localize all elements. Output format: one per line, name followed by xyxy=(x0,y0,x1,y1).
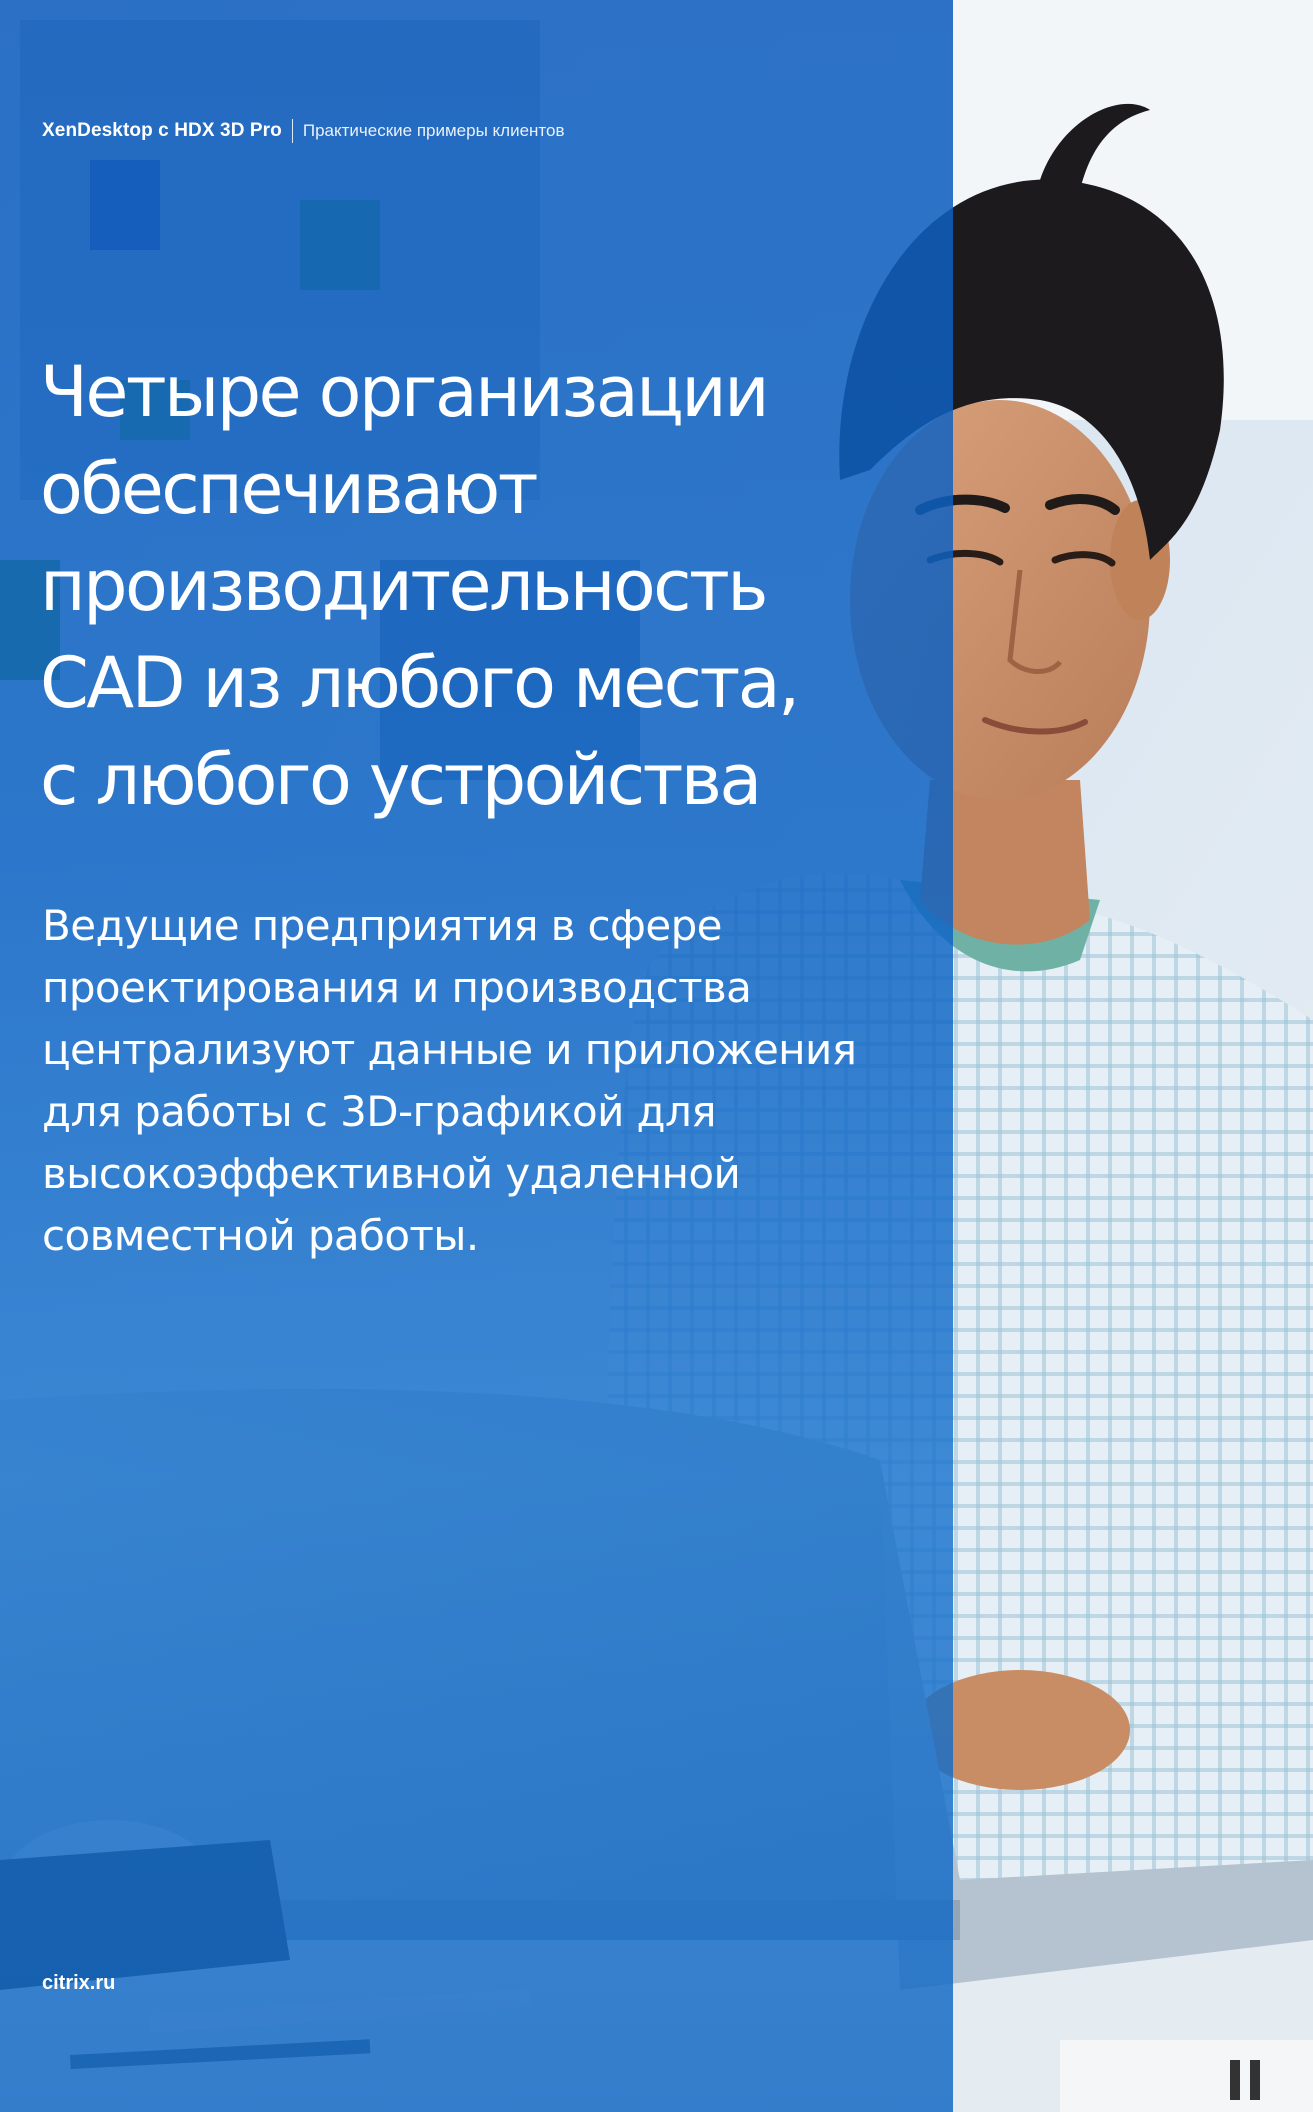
product-name: XenDesktop с HDX 3D Pro xyxy=(42,120,282,141)
title-line: производительность xyxy=(40,545,768,627)
intro-line: для работы с 3D-графикой для xyxy=(42,1087,716,1136)
title-line: CAD из любого места, xyxy=(40,642,800,724)
document-header: XenDesktop с HDX 3D Pro Практические при… xyxy=(42,116,565,146)
intro-paragraph: Ведущие предприятия в сфере проектирован… xyxy=(42,895,942,1267)
title-line: обеспечивают xyxy=(40,448,538,530)
intro-line: проектирования и производства xyxy=(42,963,752,1012)
page-title: Четыре организации обеспечивают производ… xyxy=(40,344,940,829)
title-line: с любого устройства xyxy=(40,739,762,821)
intro-line: высокоэффективной удаленной xyxy=(42,1149,741,1198)
intro-line: централизуют данные и приложения xyxy=(42,1025,857,1074)
website-link[interactable]: citrix.ru xyxy=(42,1972,115,1995)
title-line: Четыре организации xyxy=(40,351,770,433)
section-name: Практические примеры клиентов xyxy=(302,121,565,140)
intro-line: Ведущие предприятия в сфере xyxy=(42,901,723,950)
header-divider xyxy=(291,119,293,143)
intro-line: совместной работы. xyxy=(42,1211,479,1260)
